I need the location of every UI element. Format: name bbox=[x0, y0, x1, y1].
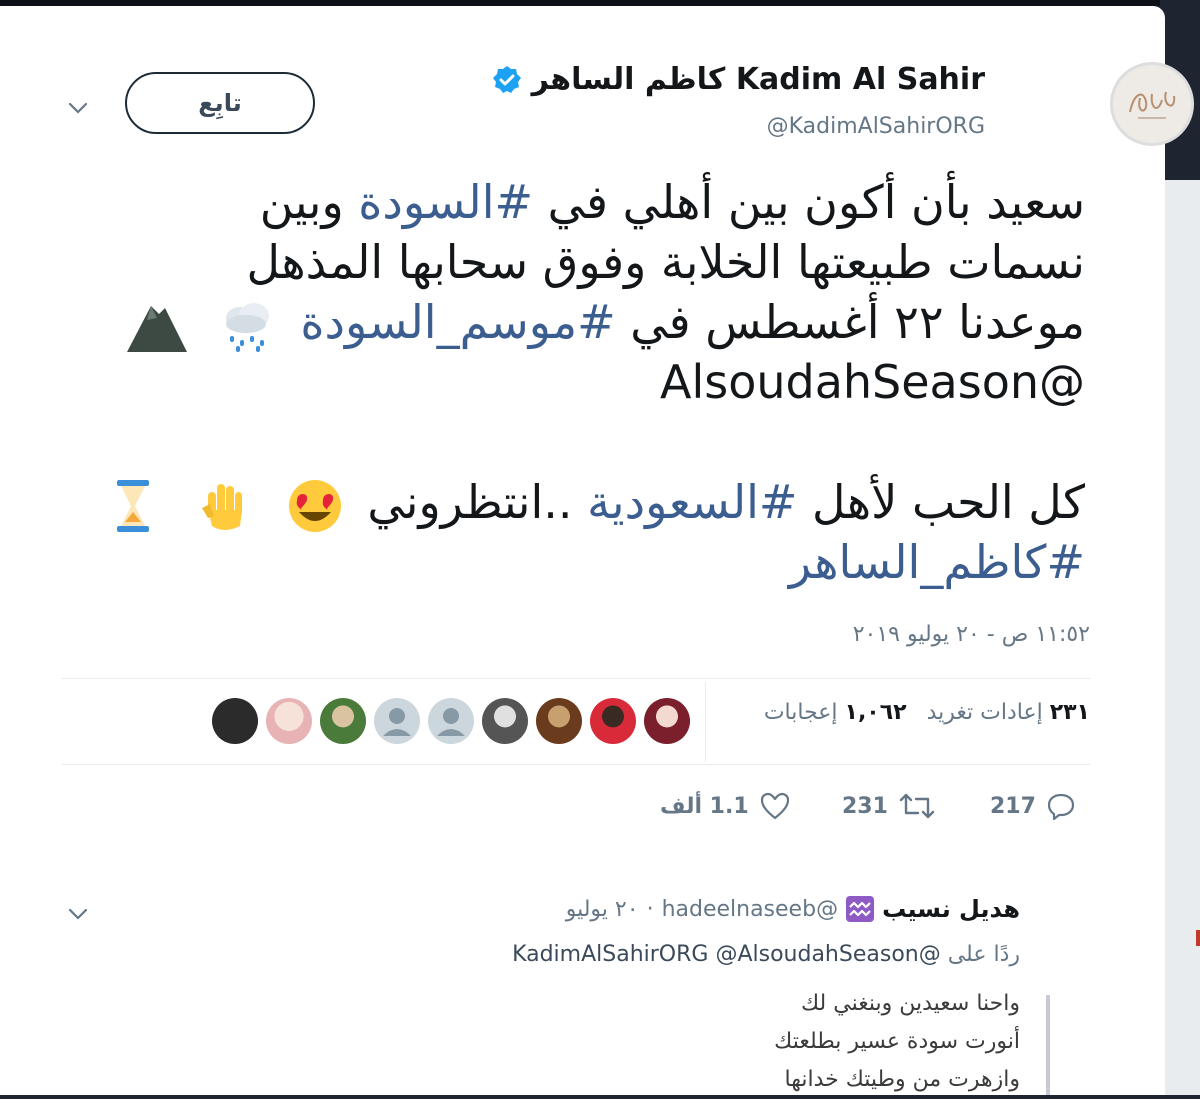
aquarius-icon bbox=[846, 896, 875, 922]
tweet-line-5: كل الحب لأهل #السعودية ..انتظروني bbox=[75, 472, 1085, 532]
tweet-text-segment: ..انتظروني bbox=[367, 475, 588, 529]
reply-count: 217 bbox=[990, 793, 1036, 819]
heart-eyes-icon bbox=[288, 479, 341, 532]
retweets-stat[interactable]: ٢٣١ إعادات تغريد bbox=[927, 700, 1090, 725]
reply-date[interactable]: ٢٠ يوليو bbox=[566, 897, 639, 922]
hashtag-mawsim-alsoudah[interactable]: #موسم_السودة bbox=[300, 295, 615, 349]
liker-avatar[interactable] bbox=[320, 698, 366, 744]
tweet-line-2: نسمات طبيعتها الخلابة وفوق سحابها المذهل bbox=[75, 232, 1086, 292]
avatar[interactable] bbox=[1110, 62, 1194, 146]
quote-bar bbox=[1046, 995, 1050, 1095]
replying-to-alsoudah[interactable]: @AlsoudahSeason bbox=[715, 942, 918, 967]
background-red-mark bbox=[1196, 930, 1200, 946]
default-avatar-icon[interactable] bbox=[374, 698, 420, 744]
mountain-icon bbox=[127, 305, 188, 352]
retweet-icon bbox=[899, 793, 935, 819]
heart-icon bbox=[760, 792, 789, 820]
reply-action[interactable]: 217 bbox=[990, 786, 1076, 826]
retweet-count: 231 bbox=[842, 793, 888, 819]
liker-avatar[interactable] bbox=[212, 698, 258, 744]
follow-button[interactable]: تابِع bbox=[125, 72, 315, 134]
tweet-line-1: سعيد بأن أكون بين أهلي في #السودة وبين bbox=[75, 172, 1085, 232]
reply-author-handle[interactable]: @hadeelnaseeb bbox=[662, 897, 839, 922]
tweet-line-3: موعدنا ٢٢ أغسطس في #موسم_السودة bbox=[75, 292, 1085, 352]
hashtag-kadim[interactable]: #كاظم_الساهر bbox=[789, 535, 1085, 589]
liker-avatar[interactable] bbox=[590, 698, 636, 744]
reply-text: واحنا سعيدين وبنغني لك أنورت سودة عسير ب… bbox=[774, 985, 1020, 1099]
liker-avatar[interactable] bbox=[644, 698, 690, 744]
tweet-stats: ٢٣١ إعادات تغريد ١,٠٦٢ إعجابات bbox=[764, 700, 1090, 725]
tweet-line-4: @AlsoudahSeason bbox=[75, 352, 1085, 412]
likes-count: ١,٠٦٢ bbox=[844, 700, 907, 725]
liker-avatar[interactable] bbox=[536, 698, 582, 744]
tweet-text-segment: وبين bbox=[259, 175, 359, 229]
verified-badge-icon bbox=[492, 65, 522, 95]
raised-hand-icon bbox=[202, 483, 243, 530]
replying-to: ردًا على @KadimAlSahirORG @AlsoudahSeaso… bbox=[512, 942, 1020, 967]
rain-cloud-icon bbox=[225, 302, 269, 352]
divider bbox=[62, 764, 1090, 765]
retweets-count: ٢٣١ bbox=[1049, 700, 1090, 725]
tweet-line-empty bbox=[75, 412, 1085, 472]
tweet-text-segment: كل الحب لأهل bbox=[797, 475, 1085, 529]
display-name[interactable]: Kadim Al Sahir كاظم الساهر bbox=[492, 62, 985, 97]
display-name-text: Kadim Al Sahir كاظم الساهر bbox=[531, 62, 985, 97]
likers-avatars bbox=[212, 698, 690, 744]
tweet-timestamp[interactable]: ١١:٥٢ ص - ٢٠ يوليو ٢٠١٩ bbox=[853, 622, 1090, 647]
liker-avatar[interactable] bbox=[266, 698, 312, 744]
chevron-down-icon[interactable] bbox=[66, 902, 90, 926]
reply-line: واحنا سعيدين وبنغني لك bbox=[801, 991, 1020, 1016]
likes-label: إعجابات bbox=[763, 700, 838, 725]
default-avatar-icon[interactable] bbox=[428, 698, 474, 744]
dot-separator: · bbox=[646, 896, 654, 922]
reply-header: هديل نسيب @hadeelnaseeb · ٢٠ يوليو bbox=[566, 895, 1020, 923]
tweet-text: سعيد بأن أكون بين أهلي في #السودة وبين ن… bbox=[75, 172, 1085, 592]
tweet-text-segment: نسمات طبيعتها الخلابة وفوق سحابها المذهل bbox=[246, 235, 1086, 289]
hashtag-saudi[interactable]: #السعودية bbox=[587, 475, 797, 529]
liker-avatar[interactable] bbox=[482, 698, 528, 744]
reply-icon bbox=[1047, 793, 1075, 821]
chevron-down-icon[interactable] bbox=[66, 96, 90, 120]
user-handle[interactable]: @KadimAlSahirORG bbox=[767, 114, 985, 139]
tweet-line-6: #كاظم_الساهر bbox=[75, 532, 1085, 592]
stats-separator bbox=[705, 682, 706, 762]
mention-alsoudahseason[interactable]: @AlsoudahSeason bbox=[660, 355, 1085, 409]
likes-stat[interactable]: ١,٠٦٢ إعجابات bbox=[764, 700, 907, 725]
reply-line: أنورت سودة عسير بطلعتك bbox=[774, 1029, 1020, 1054]
reply-line: وازهرت من وطيتك خدانها bbox=[784, 1067, 1020, 1092]
reply-author-name[interactable]: هديل نسيب bbox=[882, 895, 1020, 923]
tweet-text-segment: موعدنا ٢٢ أغسطس في bbox=[615, 295, 1085, 349]
like-count: 1.1 ألف bbox=[660, 793, 749, 819]
kadim-logo-icon bbox=[1129, 91, 1176, 119]
like-action[interactable]: 1.1 ألف bbox=[660, 786, 791, 826]
replying-prefix: ردًا على bbox=[947, 942, 1020, 967]
hashtag-alsoudah[interactable]: #السودة bbox=[358, 175, 533, 229]
divider bbox=[62, 678, 1090, 679]
hourglass-icon bbox=[117, 479, 150, 532]
tweet-text-segment: سعيد بأن أكون بين أهلي في bbox=[533, 175, 1085, 229]
retweet-action[interactable]: 231 bbox=[842, 786, 936, 826]
retweets-label: إعادات تغريد bbox=[926, 700, 1043, 725]
